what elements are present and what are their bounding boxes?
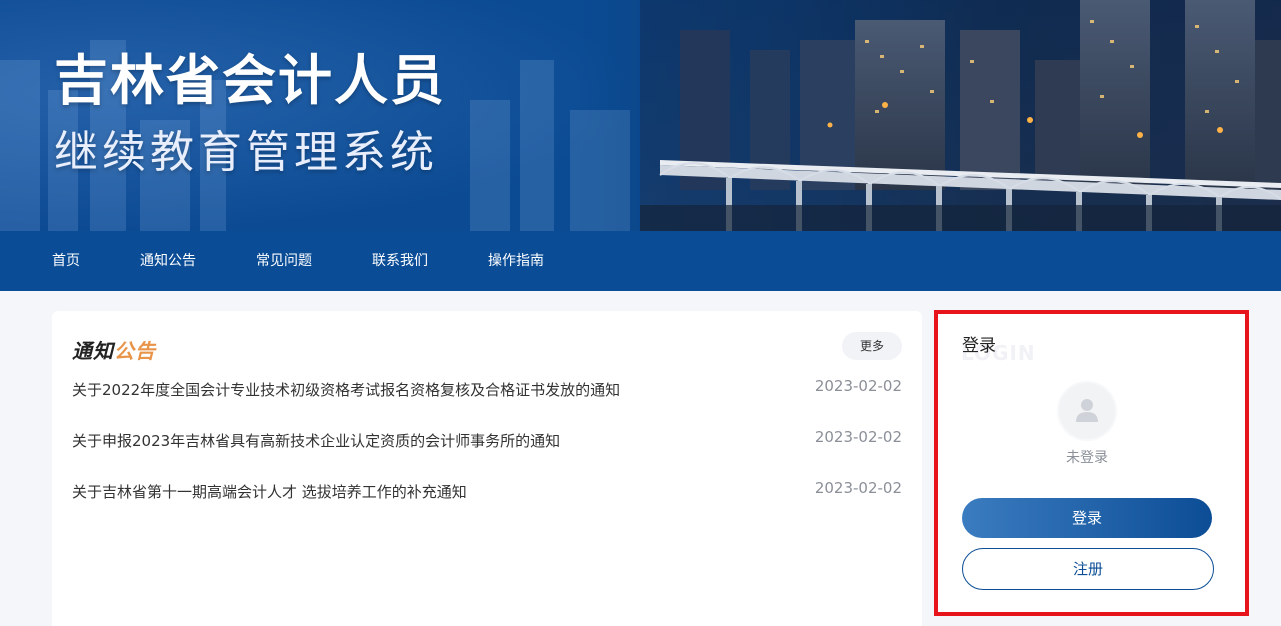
notice-panel-title: 通知公告 [72, 335, 156, 364]
notice-title-part2: 公告 [114, 339, 156, 363]
notice-item-title[interactable]: 关于吉林省第十一期高端会计人才 选拔培养工作的补充通知 [72, 481, 467, 502]
login-panel: LOGIN 登录 未登录 登录 注册 [934, 311, 1248, 616]
notice-item-date: 2023-02-02 [814, 479, 902, 497]
main-nav: 首页 通知公告 常见问题 联系我们 操作指南 [0, 231, 1281, 291]
register-button[interactable]: 注册 [962, 548, 1214, 590]
skyline-bridge-image [640, 0, 1281, 231]
avatar [1059, 383, 1115, 439]
notice-title-part1: 通知 [72, 339, 114, 363]
more-button[interactable]: 更多 [842, 332, 902, 360]
notice-item-title[interactable]: 关于2022年度全国会计专业技术初级资格考试报名资格复核及合格证书发放的通知 [72, 379, 620, 400]
nav-item-guide[interactable]: 操作指南 [488, 231, 544, 291]
notice-item-date: 2023-02-02 [814, 377, 902, 395]
login-button[interactable]: 登录 [962, 498, 1212, 538]
user-icon [1076, 399, 1098, 422]
nav-item-notices[interactable]: 通知公告 [140, 231, 196, 291]
notice-item[interactable]: 关于申报2023年吉林省具有高新技术企业认定资质的会计师事务所的通知 2023-… [72, 428, 902, 454]
login-status-text: 未登录 [1066, 450, 1108, 466]
site-title: 吉林省会计人员 [54, 49, 446, 112]
login-heading: 登录 [962, 336, 996, 356]
notice-item[interactable]: 关于吉林省第十一期高端会计人才 选拔培养工作的补充通知 2023-02-02 [72, 479, 902, 505]
nav-item-faq[interactable]: 常见问题 [256, 231, 312, 291]
nav-item-home[interactable]: 首页 [52, 231, 80, 291]
header-banner: 吉林省会计人员 继续教育管理系统 [0, 0, 1281, 231]
notice-item[interactable]: 关于2022年度全国会计专业技术初级资格考试报名资格复核及合格证书发放的通知 2… [72, 377, 902, 403]
notice-item-date: 2023-02-02 [814, 428, 902, 446]
site-subtitle: 继续教育管理系统 [54, 127, 438, 178]
notice-item-title[interactable]: 关于申报2023年吉林省具有高新技术企业认定资质的会计师事务所的通知 [72, 430, 560, 451]
nav-item-contact[interactable]: 联系我们 [372, 231, 428, 291]
notice-panel: 通知公告 更多 关于2022年度全国会计专业技术初级资格考试报名资格复核及合格证… [52, 311, 922, 626]
